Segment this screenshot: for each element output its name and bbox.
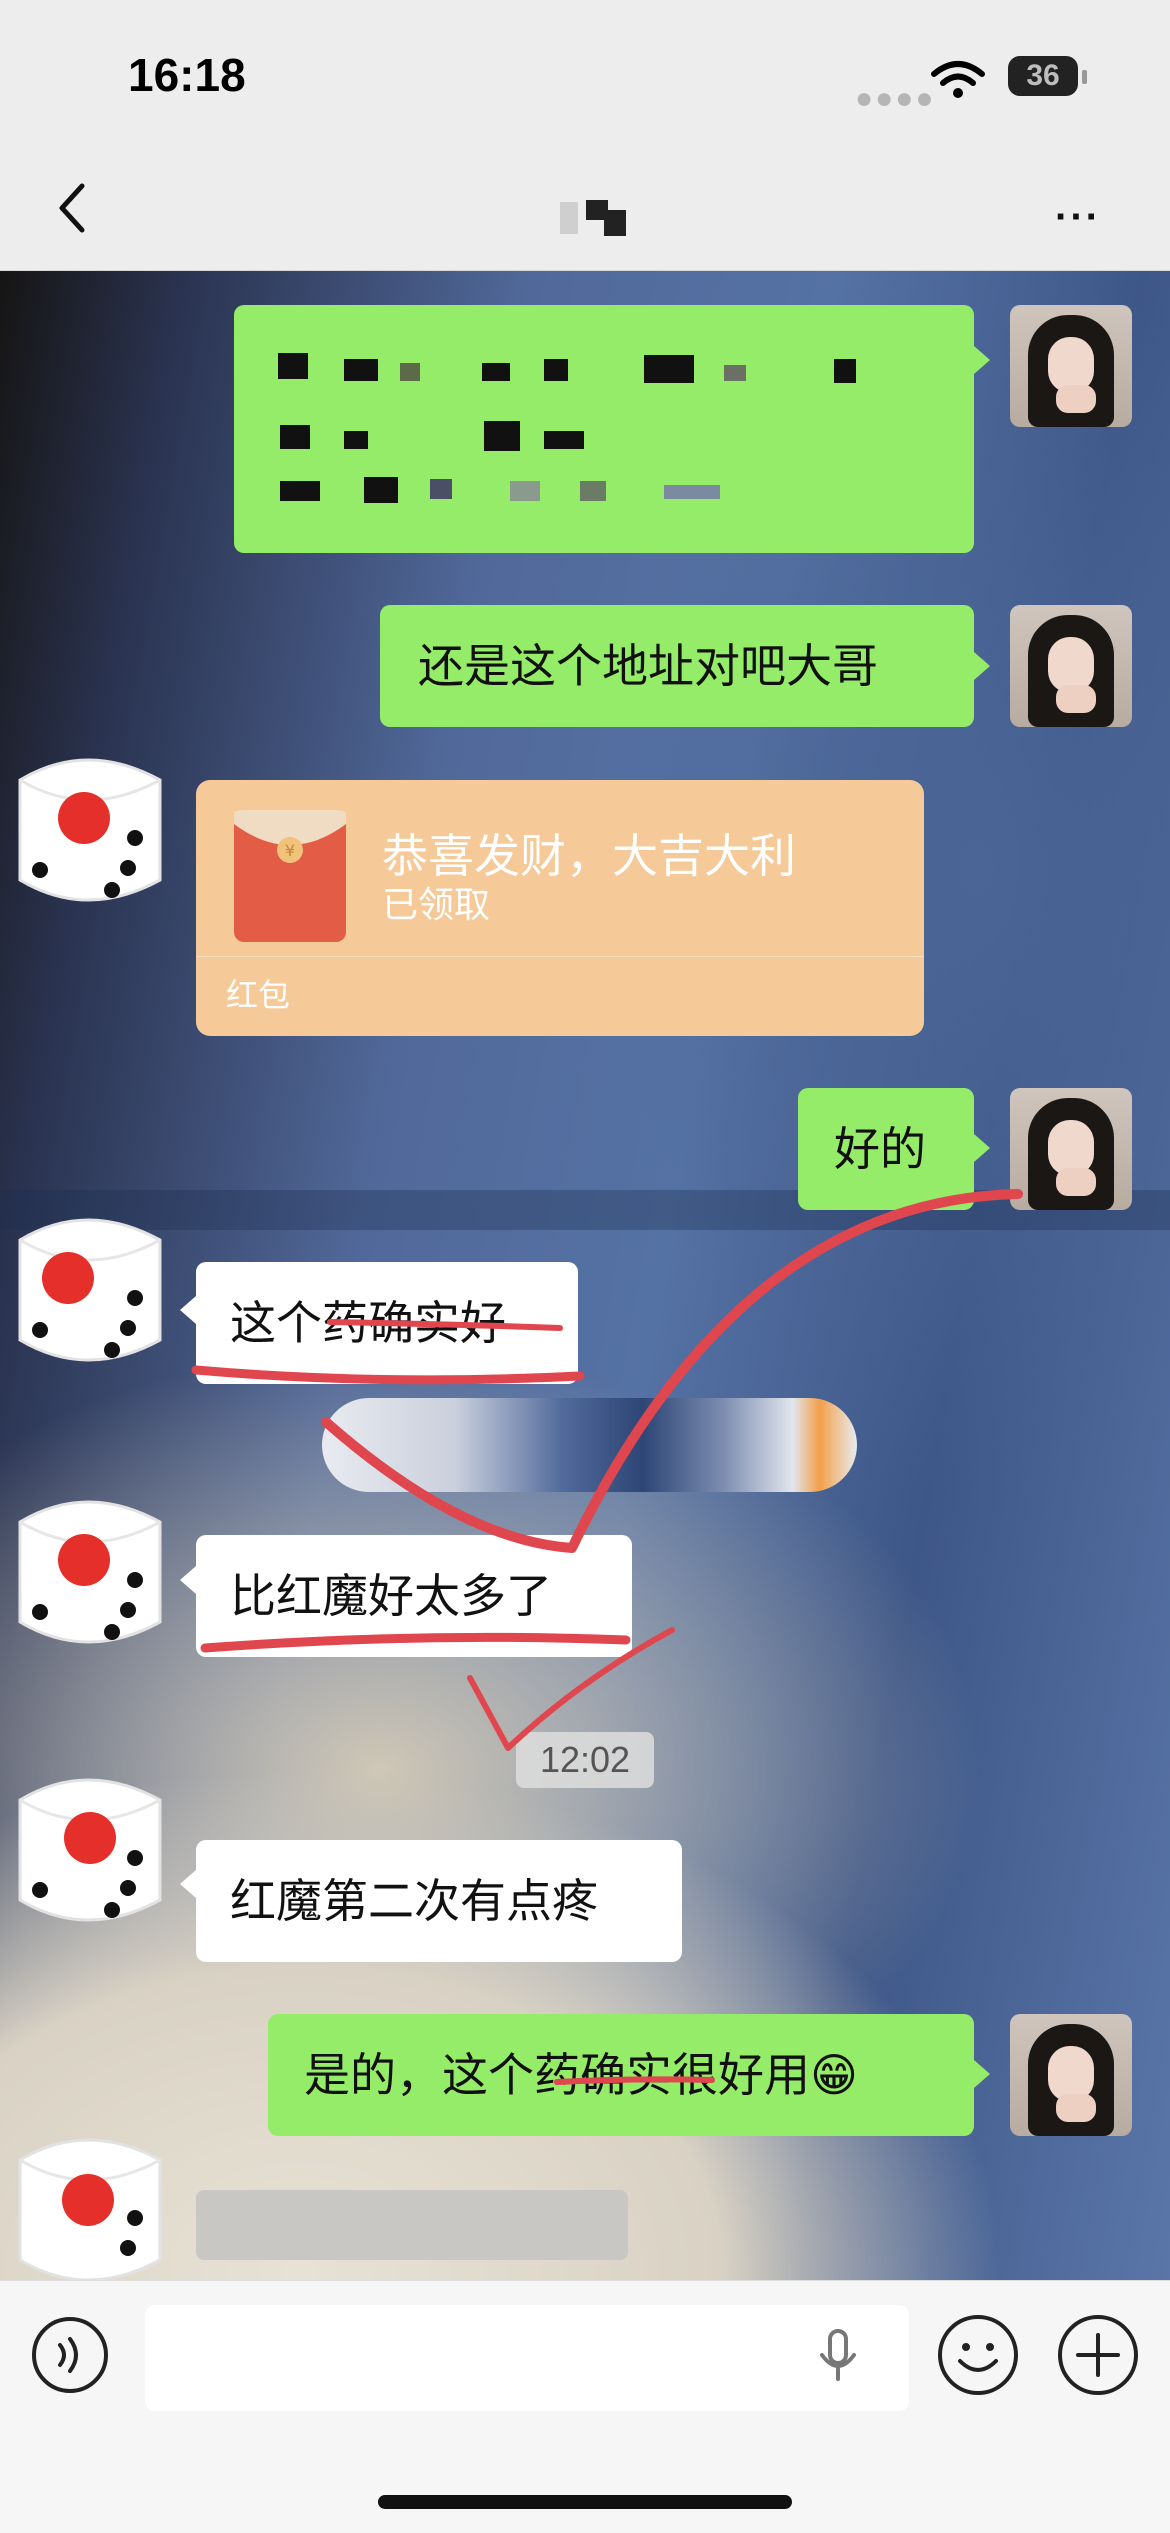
home-indicator bbox=[378, 2495, 792, 2509]
avatar[interactable] bbox=[1010, 305, 1132, 427]
red-packet-status: 已领取 bbox=[382, 884, 491, 925]
cellular-signal-icon: ●●●● bbox=[855, 82, 936, 115]
battery-icon: 36 bbox=[1008, 56, 1078, 96]
dice-avatar[interactable] bbox=[0, 2120, 175, 2295]
wifi-icon bbox=[931, 61, 985, 98]
plus-icon[interactable] bbox=[1056, 2313, 1140, 2397]
message-bubble-received[interactable]: 这个药确实好 bbox=[196, 1262, 578, 1384]
bubble-tail bbox=[180, 1296, 196, 1324]
dice-avatar[interactable] bbox=[0, 740, 175, 915]
redaction-block bbox=[430, 479, 452, 499]
redaction-block bbox=[280, 481, 320, 501]
bubble-tail bbox=[974, 346, 990, 374]
bubble-tail bbox=[974, 2060, 990, 2088]
voice-mode-icon[interactable] bbox=[30, 2315, 110, 2395]
redaction-block bbox=[364, 477, 398, 503]
message-bubble-received[interactable]: 比红魔好太多了 bbox=[196, 1535, 632, 1657]
red-envelope-icon: ¥ bbox=[234, 810, 346, 942]
redaction-block bbox=[400, 363, 420, 381]
message-input[interactable] bbox=[145, 2305, 909, 2411]
chat-header: ··· bbox=[0, 140, 1170, 271]
redaction-block bbox=[580, 481, 606, 501]
system-notice-redacted bbox=[322, 1398, 857, 1492]
dice-avatar[interactable] bbox=[0, 1200, 175, 1375]
message-bubble-sent[interactable]: 好的 bbox=[798, 1088, 974, 1210]
message-bubble-sent[interactable]: 还是这个地址对吧大哥 bbox=[380, 605, 974, 727]
redaction-block bbox=[280, 425, 310, 449]
microphone-icon[interactable] bbox=[808, 2325, 868, 2385]
message-text: 是的，这个 bbox=[304, 2049, 534, 2101]
avatar[interactable] bbox=[1010, 1088, 1132, 1210]
redaction-block bbox=[664, 485, 720, 499]
redaction-block bbox=[482, 363, 510, 381]
redaction-block bbox=[484, 421, 520, 451]
status-bar: 16:18 ●●●● 36 bbox=[0, 0, 1170, 140]
redaction-block bbox=[544, 431, 584, 449]
wallpaper-detail bbox=[0, 1190, 1170, 1230]
redaction-block bbox=[544, 359, 568, 381]
dice-avatar[interactable] bbox=[0, 1482, 175, 1657]
grin-emoji-icon: 😁 bbox=[810, 2049, 858, 2101]
bubble-tail bbox=[180, 1566, 196, 1594]
redaction-block bbox=[834, 359, 856, 383]
avatar[interactable] bbox=[1010, 2014, 1132, 2136]
message-text-struck: 药确实 bbox=[534, 2049, 672, 2101]
svg-text:¥: ¥ bbox=[285, 841, 295, 860]
divider bbox=[196, 956, 924, 957]
redaction-block bbox=[644, 355, 694, 383]
message-bubble-partial[interactable] bbox=[196, 2190, 628, 2260]
dice-avatar[interactable] bbox=[0, 1760, 175, 1935]
message-bubble-redacted[interactable] bbox=[234, 305, 974, 553]
bubble-tail bbox=[974, 652, 990, 680]
redaction-block bbox=[724, 365, 746, 381]
chat-title-redacted bbox=[560, 200, 626, 236]
redaction-block bbox=[344, 359, 378, 381]
redaction-block bbox=[344, 431, 368, 449]
input-bar bbox=[0, 2280, 1170, 2533]
bubble-tail bbox=[974, 1134, 990, 1162]
redaction-block bbox=[278, 353, 308, 379]
message-bubble-received[interactable]: 红魔第二次有点疼 bbox=[196, 1840, 682, 1962]
chat-wallpaper bbox=[0, 270, 1170, 2280]
chevron-left-icon[interactable] bbox=[48, 178, 98, 238]
avatar[interactable] bbox=[1010, 605, 1132, 727]
message-bubble-sent[interactable]: 是的，这个药确实很好用😁 bbox=[268, 2014, 974, 2136]
red-packet-card[interactable]: ¥ 恭喜发财，大吉大利 已领取 红包 bbox=[196, 780, 924, 1036]
emoji-icon[interactable] bbox=[936, 2313, 1020, 2397]
redaction-block bbox=[510, 481, 540, 501]
red-packet-label: 红包 bbox=[226, 977, 291, 1013]
battery-tip bbox=[1082, 70, 1087, 84]
bubble-tail bbox=[180, 1870, 196, 1898]
message-text: 很好用 bbox=[672, 2049, 810, 2101]
timestamp: 12:02 bbox=[516, 1732, 654, 1788]
more-options-button[interactable]: ··· bbox=[1055, 195, 1101, 240]
status-time: 16:18 bbox=[128, 49, 246, 101]
